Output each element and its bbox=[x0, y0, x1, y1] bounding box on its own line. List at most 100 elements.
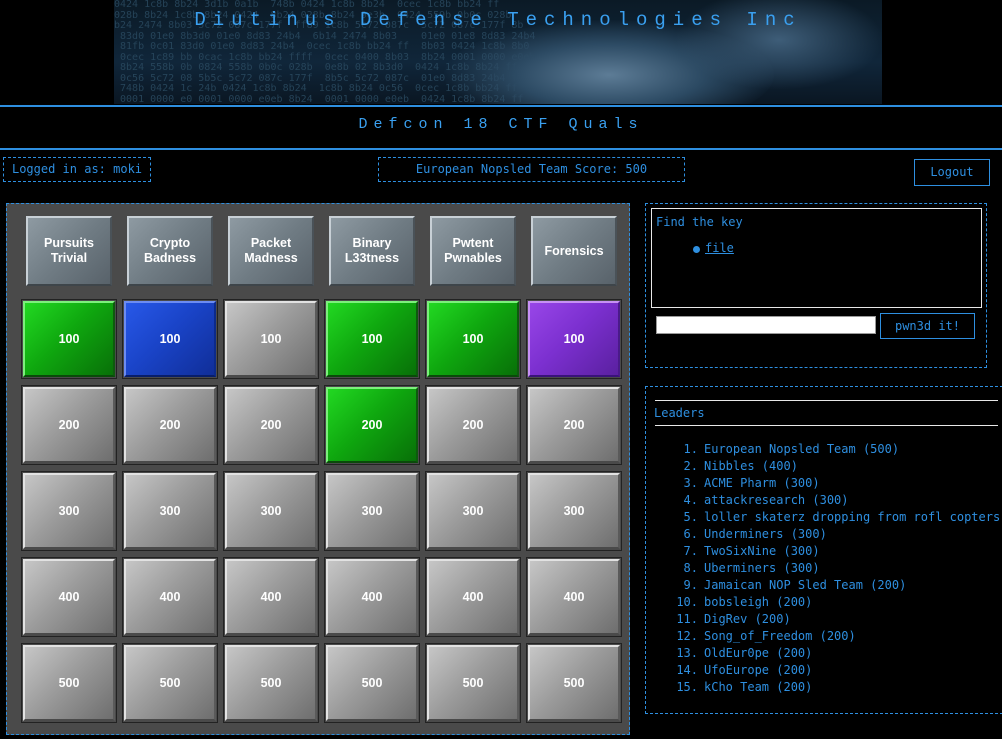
tile-value: 100 bbox=[225, 301, 317, 377]
file-link[interactable]: file bbox=[705, 241, 734, 255]
leader-entry: 2. Nibbles (400) bbox=[670, 458, 1002, 475]
leader-name: ACME Pharm (300) bbox=[704, 476, 820, 490]
tile-value: 100 bbox=[124, 301, 216, 377]
challenge-tile[interactable]: 400 bbox=[223, 557, 319, 637]
challenge-tile[interactable]: 200 bbox=[324, 385, 420, 465]
challenge-tile[interactable]: 200 bbox=[223, 385, 319, 465]
challenge-tile[interactable]: 100 bbox=[526, 299, 622, 379]
leader-rank: 8. bbox=[683, 561, 698, 575]
challenge-tile[interactable]: 400 bbox=[425, 557, 521, 637]
tile-value: 300 bbox=[528, 473, 620, 549]
challenge-tile[interactable]: 400 bbox=[21, 557, 117, 637]
leader-rank: 12. bbox=[676, 629, 698, 643]
leader-rank: 6. bbox=[683, 527, 698, 541]
leader-name: TwoSixNine (300) bbox=[704, 544, 820, 558]
tile-value: 500 bbox=[124, 645, 216, 721]
leader-entry: 15. kCho Team (200) bbox=[670, 679, 1002, 696]
tile-value: 400 bbox=[528, 559, 620, 635]
challenge-tile[interactable]: 300 bbox=[223, 471, 319, 551]
key-input[interactable] bbox=[656, 316, 876, 334]
challenge-box: Find the key file bbox=[651, 208, 982, 308]
leader-name: European Nopsled Team (500) bbox=[704, 442, 900, 456]
leader-name: kCho Team (200) bbox=[704, 680, 813, 694]
tile-value: 200 bbox=[23, 387, 115, 463]
leader-entry: 13. OldEur0pe (200) bbox=[670, 645, 1002, 662]
tile-value: 100 bbox=[528, 301, 620, 377]
challenge-tile[interactable]: 300 bbox=[122, 471, 218, 551]
challenge-tile[interactable]: 100 bbox=[122, 299, 218, 379]
tile-value: 200 bbox=[427, 387, 519, 463]
leader-entry: 6. Underminers (300) bbox=[670, 526, 1002, 543]
challenge-tile[interactable]: 200 bbox=[122, 385, 218, 465]
challenge-tile[interactable]: 400 bbox=[526, 557, 622, 637]
challenge-tile[interactable]: 200 bbox=[425, 385, 521, 465]
tile-value: 400 bbox=[427, 559, 519, 635]
team-score: European Nopsled Team Score: 500 bbox=[378, 157, 685, 182]
leader-rank: 11. bbox=[676, 612, 698, 626]
challenge-tile[interactable]: 100 bbox=[425, 299, 521, 379]
leader-entry: 4. attackresearch (300) bbox=[670, 492, 1002, 509]
challenge-tile[interactable]: 400 bbox=[122, 557, 218, 637]
challenge-tile[interactable]: 100 bbox=[223, 299, 319, 379]
logout-button[interactable]: Logout bbox=[914, 159, 990, 186]
challenge-tile[interactable]: 300 bbox=[21, 471, 117, 551]
leaders-list: 1. European Nopsled Team (500) 2. Nibbles (… bbox=[670, 441, 1002, 696]
leader-rank: 7. bbox=[683, 544, 698, 558]
leader-name: Underminers (300) bbox=[704, 527, 827, 541]
challenge-tile[interactable]: 500 bbox=[324, 643, 420, 723]
leader-name: Jamaican NOP Sled Team (200) bbox=[704, 578, 907, 592]
challenge-title: Find the key bbox=[656, 215, 743, 229]
submit-key-button[interactable]: pwn3d it! bbox=[880, 313, 975, 339]
challenge-tile[interactable]: 100 bbox=[324, 299, 420, 379]
leader-entry: 5. loller skaterz dropping from rofl copt… bbox=[670, 509, 1002, 526]
bullet-icon bbox=[693, 246, 700, 253]
leader-entry: 10. bobsleigh (200) bbox=[670, 594, 1002, 611]
challenge-tile[interactable]: 400 bbox=[324, 557, 420, 637]
leader-name: DigRev (200) bbox=[704, 612, 791, 626]
category-header: Pwtent Pwnables bbox=[430, 216, 516, 286]
tile-value: 500 bbox=[225, 645, 317, 721]
leader-rank: 2. bbox=[683, 459, 698, 473]
tile-value: 400 bbox=[326, 559, 418, 635]
leader-name: attackresearch (300) bbox=[704, 493, 849, 507]
tile-value: 400 bbox=[225, 559, 317, 635]
challenge-tile[interactable]: 500 bbox=[223, 643, 319, 723]
tile-value: 200 bbox=[225, 387, 317, 463]
divider bbox=[0, 105, 1002, 107]
challenge-tile[interactable]: 300 bbox=[425, 471, 521, 551]
leader-entry: 3. ACME Pharm (300) bbox=[670, 475, 1002, 492]
tile-value: 400 bbox=[124, 559, 216, 635]
challenge-tile[interactable]: 200 bbox=[21, 385, 117, 465]
leader-entry: 7. TwoSixNine (300) bbox=[670, 543, 1002, 560]
leader-entry: 8. Uberminers (300) bbox=[670, 560, 1002, 577]
leader-name: loller skaterz dropping from rofl copter… bbox=[704, 510, 1002, 524]
challenge-tile[interactable]: 500 bbox=[526, 643, 622, 723]
tile-value: 500 bbox=[427, 645, 519, 721]
challenge-tile[interactable]: 500 bbox=[122, 643, 218, 723]
leader-name: Uberminers (300) bbox=[704, 561, 820, 575]
challenge-tile[interactable]: 200 bbox=[526, 385, 622, 465]
challenge-tile[interactable]: 300 bbox=[324, 471, 420, 551]
challenge-tile[interactable]: 500 bbox=[21, 643, 117, 723]
category-header: Crypto Badness bbox=[127, 216, 213, 286]
tile-value: 300 bbox=[225, 473, 317, 549]
category-header: Forensics bbox=[531, 216, 617, 286]
tile-value: 200 bbox=[528, 387, 620, 463]
tile-value: 100 bbox=[326, 301, 418, 377]
tile-value: 100 bbox=[23, 301, 115, 377]
leader-entry: 11. DigRev (200) bbox=[670, 611, 1002, 628]
leader-rank: 15. bbox=[676, 680, 698, 694]
category-header: Pursuits Trivial bbox=[26, 216, 112, 286]
leader-name: UfoEurope (200) bbox=[704, 663, 813, 677]
leader-rank: 4. bbox=[683, 493, 698, 507]
challenge-board: Pursuits Trivial Crypto Badness Packet Mad… bbox=[6, 203, 630, 735]
leader-entry: 12. Song_of_Freedom (200) bbox=[670, 628, 1002, 645]
challenge-tile[interactable]: 500 bbox=[425, 643, 521, 723]
tile-value: 300 bbox=[326, 473, 418, 549]
tile-value: 200 bbox=[124, 387, 216, 463]
tile-value: 500 bbox=[528, 645, 620, 721]
challenge-tile[interactable]: 100 bbox=[21, 299, 117, 379]
tile-value: 200 bbox=[326, 387, 418, 463]
leader-rank: 13. bbox=[676, 646, 698, 660]
challenge-tile[interactable]: 300 bbox=[526, 471, 622, 551]
